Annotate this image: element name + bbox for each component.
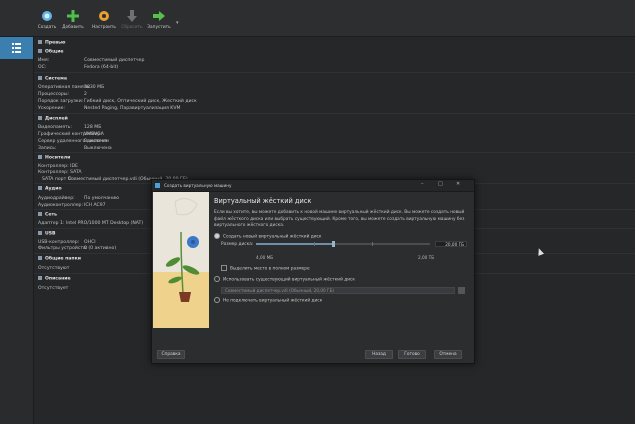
section-shared-folders[interactable]: Общие папки xyxy=(38,256,81,262)
storage-icon xyxy=(38,155,42,159)
size-max-label: 2,00 ТБ xyxy=(418,255,435,260)
dialog-title: Создать виртуальную машину xyxy=(164,183,232,188)
create-new-disk-radio[interactable]: Создать новый виртуальный жёсткий диск xyxy=(214,233,321,240)
radio-icon xyxy=(214,276,220,282)
plant-icon xyxy=(165,198,200,302)
description-value: Отсутствует xyxy=(38,286,69,291)
gear-icon xyxy=(99,11,109,21)
main-toolbar: Создать Добавить Настроить Сбросить Запу… xyxy=(0,0,635,37)
general-os-row: ОС: Fedora (64-bit) xyxy=(38,65,119,70)
cancel-button[interactable]: Отмена xyxy=(434,350,462,359)
wizard-illustration xyxy=(153,192,209,328)
usb-ctrl-row: USB-контроллер: OHCI xyxy=(38,240,96,245)
start-button[interactable]: Запустить xyxy=(147,10,171,30)
size-min-label: 4,00 МБ xyxy=(256,255,274,260)
arrow-down-icon xyxy=(127,10,137,22)
network-adapter-row: Адаптер 1: Intel PRO/1000 MT Desktop (NAT… xyxy=(38,221,144,226)
arrow-right-icon xyxy=(153,11,165,21)
dialog-heading: Виртуальный жёсткий диск xyxy=(214,197,312,205)
maximize-icon[interactable]: □ xyxy=(438,181,443,187)
storage-sata-row: Контроллер: SATA xyxy=(38,170,82,175)
display-rds-row: Сервер удаленного дисплея:Выключен xyxy=(38,139,109,144)
section-system[interactable]: Система xyxy=(38,76,67,82)
create-vm-dialog: Создать виртуальную машину – □ ✕ Виртуал… xyxy=(151,179,475,364)
section-description[interactable]: Описание xyxy=(38,276,71,282)
system-boot-row: Порядок загрузки:Гибкий диск, Оптический… xyxy=(38,99,197,104)
finish-button[interactable]: Готово xyxy=(398,350,426,359)
divider xyxy=(34,152,635,153)
shared-folder-icon xyxy=(38,256,42,260)
section-preview[interactable]: Превью xyxy=(38,40,66,46)
section-general[interactable]: Общие xyxy=(38,49,64,55)
create-icon xyxy=(42,11,52,21)
section-network[interactable]: Сеть xyxy=(38,212,57,218)
close-icon[interactable]: ✕ xyxy=(456,181,460,187)
disk-size-label: Размер диска: xyxy=(221,242,254,247)
folder-browse-icon[interactable] xyxy=(458,287,465,294)
storage-ide-row: Контроллер: IDE xyxy=(38,164,78,169)
section-usb[interactable]: USB xyxy=(38,231,56,237)
audio-ctrl-row: Аудиоконтроллер:ICH AC97 xyxy=(38,203,106,208)
discard-button[interactable]: Сбросить xyxy=(120,10,144,30)
use-existing-disk-radio[interactable]: Использовать существующий виртуальный жё… xyxy=(214,276,355,283)
section-display[interactable]: Дисплей xyxy=(38,116,68,122)
details-list-icon xyxy=(12,43,21,53)
add-button[interactable]: Добавить xyxy=(61,10,85,30)
minimize-icon[interactable]: – xyxy=(421,181,424,187)
checkbox-icon xyxy=(221,265,227,271)
preview-icon xyxy=(38,40,42,44)
display-gc-row: Графический контроллер:VMSVGA xyxy=(38,132,104,137)
disk-size-slider[interactable] xyxy=(256,241,430,247)
machine-tools-panel xyxy=(0,37,34,424)
audio-icon xyxy=(38,186,42,190)
create-button[interactable]: Создать xyxy=(35,10,59,30)
slider-tick xyxy=(372,242,373,246)
general-name-row: Имя: Совместимый диспетчер xyxy=(38,58,145,63)
machine-tools-item[interactable] xyxy=(0,37,33,59)
audio-driver-row: Аудиодрайвер: По умолчанию xyxy=(38,196,120,201)
general-icon xyxy=(38,49,42,53)
help-button[interactable]: Справка xyxy=(157,350,185,359)
settings-button[interactable]: Настроить xyxy=(92,10,116,30)
slider-handle[interactable] xyxy=(332,241,335,247)
usb-filter-row: Фильтры устройств:0 (0 активно) xyxy=(38,246,117,251)
divider xyxy=(34,72,635,73)
dialog-description: Если вы хотите, вы можете добавить к нов… xyxy=(214,210,465,228)
prealloc-checkbox[interactable]: Выделить место в полном размере xyxy=(221,265,310,272)
usb-icon xyxy=(38,231,42,235)
radio-icon xyxy=(214,297,220,303)
divider xyxy=(34,113,635,114)
system-icon xyxy=(38,76,42,80)
display-icon xyxy=(38,116,42,120)
system-cpu-row: Процессоры: 2 xyxy=(38,92,87,97)
no-disk-radio[interactable]: Не подключать виртуальный жёсткий диск xyxy=(214,297,322,304)
shared-folders-value: Отсутствуют xyxy=(38,266,70,271)
system-accel-row: Ускорение: Nested Paging, Паравиртуализац… xyxy=(38,106,181,111)
plus-icon xyxy=(67,10,79,22)
section-audio[interactable]: Аудио xyxy=(38,186,62,192)
display-rec-row: Запись: Выключена xyxy=(38,146,112,151)
existing-disk-select[interactable]: Совместимый диспетчер.vdi (Обычный, 20,0… xyxy=(221,287,455,294)
back-button[interactable]: Назад xyxy=(365,350,393,359)
system-memory-row: Оперативная память:3830 МБ xyxy=(38,85,105,90)
section-storage[interactable]: Носители xyxy=(38,155,70,161)
virtualbox-icon xyxy=(155,183,160,188)
dialog-titlebar[interactable]: Создать виртуальную машину – □ ✕ xyxy=(152,180,474,192)
slider-fill xyxy=(256,243,333,245)
description-icon xyxy=(38,276,42,280)
network-icon xyxy=(38,212,42,216)
slider-tick xyxy=(314,242,315,246)
more-icon[interactable]: ▾ xyxy=(176,20,179,26)
disk-size-input[interactable]: 20,00 ГБ xyxy=(435,241,467,247)
display-vram-row: Видеопамять: 128 МБ xyxy=(38,125,102,130)
radio-checked-icon xyxy=(214,233,220,239)
